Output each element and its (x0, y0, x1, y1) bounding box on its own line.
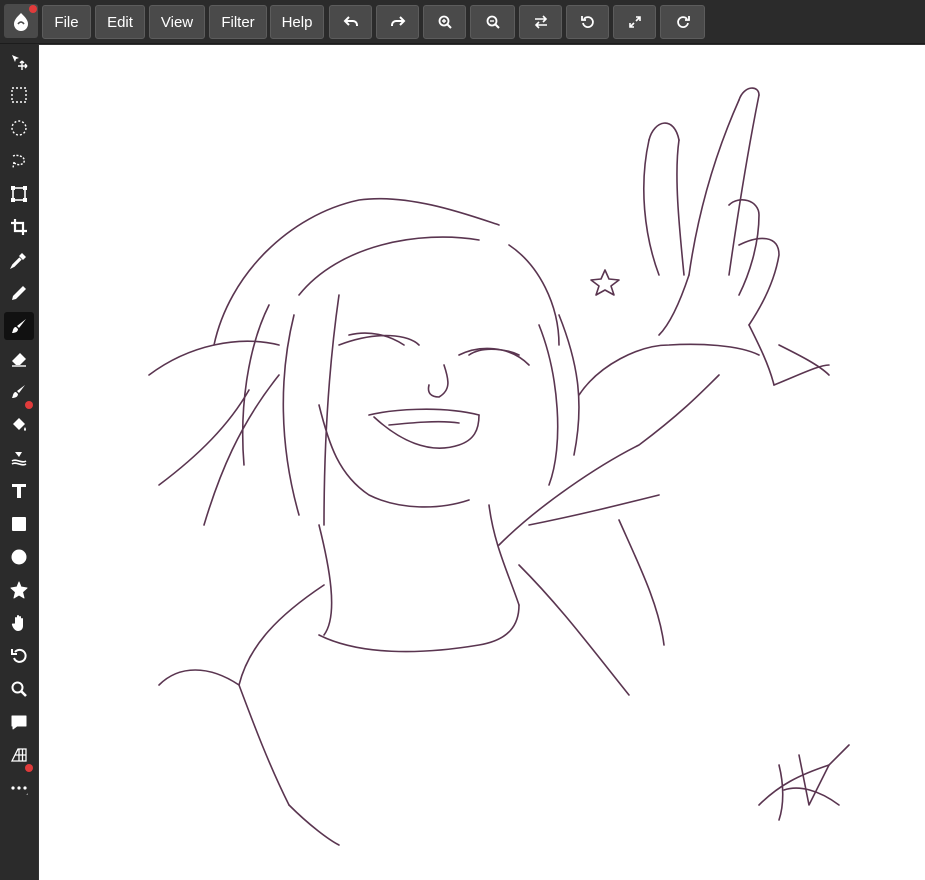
top-toolbar: File Edit View Filter Help (0, 0, 925, 44)
menu-file[interactable]: File (42, 5, 91, 39)
fullscreen-button[interactable] (613, 5, 656, 39)
pen-tool[interactable] (4, 279, 34, 307)
tools-sidebar (0, 44, 38, 880)
redo-icon (390, 16, 405, 26)
lasso-icon (12, 154, 25, 169)
reset-icon (580, 16, 594, 28)
redo-button[interactable] (376, 5, 419, 39)
star-icon (10, 581, 28, 599)
speech-bubble-icon (11, 715, 27, 730)
tool-badge (25, 401, 33, 409)
ellipse-select-tool[interactable] (4, 114, 34, 142)
perspective-grid-icon (10, 748, 27, 762)
notification-badge (29, 5, 37, 13)
rotate-right-button[interactable] (660, 5, 705, 39)
undo-icon (343, 16, 358, 26)
pencil-icon (12, 286, 26, 300)
more-tools[interactable] (4, 774, 34, 802)
comment-tool[interactable] (4, 708, 34, 736)
star-shape-tool[interactable] (4, 576, 34, 604)
circle-icon (11, 549, 27, 565)
move-icon (12, 55, 28, 70)
eraser-icon (12, 353, 26, 367)
crop-icon (11, 219, 27, 235)
rotate-icon (11, 648, 27, 663)
sketch-drawing (148, 87, 850, 846)
ellipse-select-icon (11, 120, 27, 136)
menu-filter[interactable]: Filter (209, 5, 267, 39)
smudge-brush-icon (12, 385, 25, 398)
menu-edit[interactable]: Edit (95, 5, 145, 39)
brush-tool[interactable] (4, 312, 34, 340)
crop-tool[interactable] (4, 213, 34, 241)
rect-select-icon (11, 87, 27, 103)
brush-icon (12, 319, 26, 333)
zoom-tool[interactable] (4, 675, 34, 703)
text-tool[interactable] (4, 477, 34, 505)
smudge-tool[interactable] (4, 378, 34, 409)
rotate-tool[interactable] (4, 642, 34, 670)
rect-select-tool[interactable] (4, 81, 34, 109)
ellipse-shape-tool[interactable] (4, 543, 34, 571)
move-tool[interactable] (4, 48, 34, 76)
redo-rotate-icon (676, 16, 690, 28)
menu-view[interactable]: View (149, 5, 205, 39)
paint-bucket-icon (13, 418, 26, 431)
flip-button[interactable] (519, 5, 562, 39)
tool-badge (25, 764, 33, 772)
undo-button[interactable] (329, 5, 372, 39)
zoom-in-button[interactable] (423, 5, 466, 39)
hand-tool[interactable] (4, 609, 34, 637)
swap-icon (534, 15, 547, 29)
transform-tool[interactable] (4, 180, 34, 208)
lasso-select-tool[interactable] (4, 147, 34, 175)
fullscreen-icon (628, 16, 641, 28)
blend-tool[interactable] (4, 444, 34, 472)
magnifier-icon (11, 681, 27, 697)
zoom-out-icon (486, 15, 500, 29)
eyedropper-tool[interactable] (4, 246, 34, 274)
hand-icon (11, 615, 23, 631)
blend-icon (11, 452, 27, 466)
rectangle-shape-tool[interactable] (4, 510, 34, 538)
rotate-left-button[interactable] (566, 5, 609, 39)
eraser-tool[interactable] (4, 345, 34, 373)
transform-icon (11, 186, 27, 202)
zoom-out-button[interactable] (470, 5, 515, 39)
more-dots-icon (11, 786, 28, 795)
drawing-canvas[interactable] (39, 45, 925, 880)
eyedropper-icon (10, 253, 26, 269)
menu-help[interactable]: Help (270, 5, 324, 39)
text-icon (12, 484, 26, 498)
perspective-grid-tool[interactable] (4, 741, 34, 772)
app-logo-icon[interactable] (4, 4, 38, 38)
zoom-in-icon (438, 15, 452, 29)
rectangle-icon (12, 517, 26, 531)
fill-tool[interactable] (4, 411, 34, 439)
